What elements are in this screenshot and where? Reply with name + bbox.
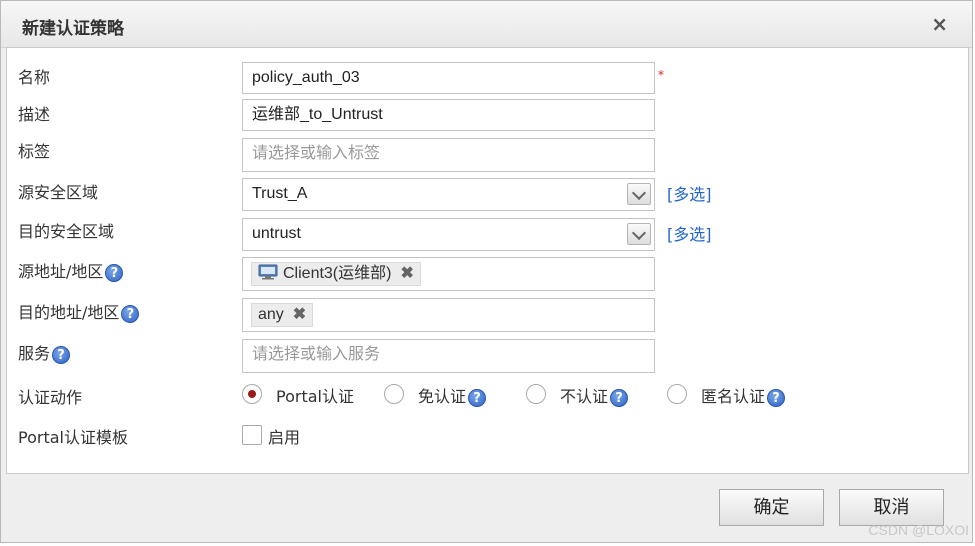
description-input[interactable]: 运维部_to_Untrust <box>242 99 655 131</box>
cancel-button[interactable]: 取消 <box>839 489 944 526</box>
radio-button[interactable] <box>667 384 687 404</box>
help-icon[interactable]: ? <box>767 388 786 407</box>
destination-address-label: 目的地址/地区? <box>18 299 140 323</box>
help-icon[interactable]: ? <box>610 388 629 407</box>
source-zone-value: Trust_A <box>252 185 308 202</box>
new-auth-policy-dialog: 新建认证策略 × 名称 policy_auth_03 * 描述 运维部_to_U… <box>0 0 973 543</box>
radio-label: 匿名认证? <box>701 383 786 407</box>
ok-button[interactable]: 确定 <box>719 489 824 526</box>
source-zone-multi-select-link[interactable]: [多选] <box>667 181 712 205</box>
name-label: 名称 <box>18 68 51 87</box>
close-icon[interactable]: × <box>931 12 948 36</box>
tag-input[interactable]: 请选择或输入标签 <box>242 138 655 172</box>
tag-label: 标签 <box>18 142 51 161</box>
portal-template-label: Portal认证模板 <box>18 428 128 447</box>
radio-label: 不认证? <box>560 383 629 407</box>
source-zone-select[interactable]: Trust_A <box>242 178 655 211</box>
source-address-tag: Client3(运维部) ✖ <box>251 262 421 286</box>
destination-zone-value: untrust <box>252 225 301 242</box>
remove-icon[interactable]: ✖ <box>400 265 413 282</box>
destination-zone-select[interactable]: untrust <box>242 218 655 251</box>
destination-address-tag: any ✖ <box>251 303 314 327</box>
destination-zone-multi-select-link[interactable]: [多选] <box>667 221 712 245</box>
description-label: 描述 <box>18 105 51 124</box>
help-icon[interactable]: ? <box>105 263 124 282</box>
radio-label: 免认证? <box>418 383 487 407</box>
chevron-down-icon[interactable] <box>627 223 651 245</box>
source-address-label-text: 源地址/地区 <box>18 262 104 281</box>
destination-zone-label: 目的安全区域 <box>18 222 115 241</box>
chevron-down-icon[interactable] <box>627 183 651 205</box>
source-zone-label: 源安全区域 <box>18 183 99 202</box>
source-address-field[interactable]: Client3(运维部) ✖ <box>242 257 655 291</box>
destination-address-tag-label: any <box>258 306 284 323</box>
service-label-text: 服务 <box>18 344 51 363</box>
remove-icon[interactable]: ✖ <box>293 306 306 323</box>
dialog-titlebar: 新建认证策略 × <box>1 1 972 48</box>
source-address-label: 源地址/地区? <box>18 258 124 282</box>
name-input[interactable]: policy_auth_03 <box>242 62 655 94</box>
service-input[interactable]: 请选择或输入服务 <box>242 339 655 373</box>
radio-button[interactable] <box>384 384 404 404</box>
computer-icon <box>258 264 278 280</box>
radio-button[interactable] <box>242 384 262 404</box>
enable-checkbox[interactable] <box>242 425 262 445</box>
help-icon[interactable]: ? <box>121 304 140 323</box>
help-icon[interactable]: ? <box>52 345 71 364</box>
watermark: CSDN @LOXOI <box>868 522 969 538</box>
radio-label: Portal认证 <box>276 387 354 406</box>
enable-label: 启用 <box>268 428 301 447</box>
form-panel: 名称 policy_auth_03 * 描述 运维部_to_Untrust 标签… <box>6 47 969 474</box>
source-address-tag-label: Client3(运维部) <box>283 265 392 282</box>
dialog-title: 新建认证策略 <box>22 19 124 39</box>
auth-action-label: 认证动作 <box>18 388 83 407</box>
radio-button[interactable] <box>526 384 546 404</box>
destination-address-field[interactable]: any ✖ <box>242 298 655 332</box>
required-mark: * <box>658 68 664 82</box>
help-icon[interactable]: ? <box>468 388 487 407</box>
service-label: 服务? <box>18 340 71 364</box>
destination-address-label-text: 目的地址/地区 <box>18 303 120 322</box>
